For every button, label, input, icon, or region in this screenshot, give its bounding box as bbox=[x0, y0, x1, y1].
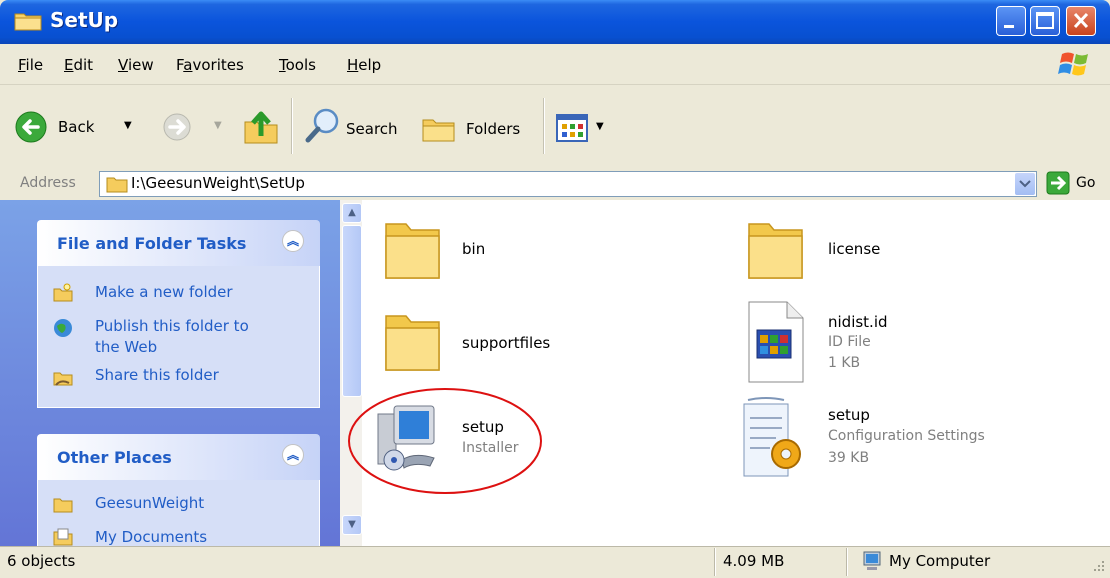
share-folder-icon bbox=[53, 372, 73, 386]
place-my-documents[interactable]: My Documents bbox=[95, 528, 207, 546]
up-folder-icon[interactable] bbox=[242, 108, 280, 146]
place-geesunweight[interactable]: GeesunWeight bbox=[95, 494, 204, 512]
status-size: 4.09 MB bbox=[723, 552, 785, 570]
toolbar-separator bbox=[543, 98, 545, 154]
my-computer-icon bbox=[863, 551, 881, 570]
collapse-icon[interactable]: ︽ bbox=[282, 444, 304, 466]
task-share-folder[interactable]: Share this folder bbox=[95, 366, 219, 384]
folders-icon bbox=[422, 119, 455, 142]
address-value[interactable]: I:\GeesunWeight\SetUp bbox=[131, 174, 305, 192]
go-arrow-icon bbox=[1046, 171, 1070, 195]
panel-title: Other Places bbox=[57, 448, 172, 467]
task-make-new-folder[interactable]: Make a new folder bbox=[95, 283, 233, 301]
collapse-icon[interactable]: ︽ bbox=[282, 230, 304, 252]
menu-bar bbox=[0, 44, 1110, 85]
search-icon bbox=[305, 108, 339, 143]
highlight-circle bbox=[348, 388, 542, 494]
file-size-setup-config: 39 KB bbox=[828, 450, 870, 466]
minimize-button[interactable] bbox=[996, 6, 1026, 36]
resize-grip-icon[interactable] bbox=[1090, 557, 1106, 573]
folder-icon bbox=[106, 177, 128, 193]
folder-icon bbox=[53, 498, 73, 513]
file-name-bin[interactable]: bin bbox=[462, 240, 485, 258]
views-dropdown-icon[interactable]: ▼ bbox=[596, 121, 604, 132]
back-dropdown-icon[interactable]: ▼ bbox=[124, 120, 132, 131]
windows-logo-icon bbox=[1058, 52, 1088, 76]
folders-button[interactable]: Folders bbox=[420, 108, 535, 148]
folder-icon[interactable] bbox=[382, 216, 444, 284]
scroll-thumb[interactable] bbox=[342, 225, 362, 397]
window-title: SetUp bbox=[50, 8, 119, 32]
menu-tools[interactable]: Tools bbox=[279, 56, 316, 74]
task-publish-folder[interactable]: Publish this folder to bbox=[95, 317, 249, 335]
panel-title: File and Folder Tasks bbox=[57, 234, 247, 253]
config-file-icon[interactable] bbox=[740, 396, 808, 482]
new-folder-icon bbox=[53, 283, 73, 302]
folders-label: Folders bbox=[466, 120, 521, 138]
back-arrow-icon bbox=[15, 111, 47, 143]
views-icon bbox=[556, 114, 588, 142]
file-type-setup-config: Configuration Settings bbox=[828, 428, 985, 444]
search-label: Search bbox=[346, 120, 398, 138]
document-icon[interactable] bbox=[747, 300, 805, 384]
forward-dropdown-icon[interactable]: ▼ bbox=[214, 120, 222, 131]
other-places-header[interactable]: Other Places ︽ bbox=[37, 434, 320, 480]
explorer-window: SetUp File Edit View Favorites Tools Hel… bbox=[0, 0, 1110, 578]
menu-favorites[interactable]: Favorites bbox=[176, 56, 244, 74]
address-label: Address bbox=[20, 175, 76, 191]
task-publish-folder-cont[interactable]: the Web bbox=[95, 338, 157, 356]
status-location: My Computer bbox=[889, 552, 991, 570]
folder-icon bbox=[14, 13, 42, 31]
close-icon bbox=[1073, 12, 1089, 29]
scroll-up-button[interactable]: ▲ bbox=[342, 203, 362, 223]
folder-icon[interactable] bbox=[382, 308, 444, 376]
globe-icon bbox=[54, 319, 72, 337]
maximize-button[interactable] bbox=[1030, 6, 1060, 36]
folder-icon[interactable] bbox=[745, 216, 807, 284]
status-divider bbox=[846, 548, 848, 576]
status-divider bbox=[714, 548, 716, 576]
forward-arrow-icon bbox=[163, 113, 191, 141]
file-name-license[interactable]: license bbox=[828, 240, 880, 258]
menu-view[interactable]: View bbox=[118, 56, 154, 74]
go-label: Go bbox=[1076, 175, 1096, 191]
file-type-nidist: ID File bbox=[828, 334, 871, 350]
minimize-icon bbox=[1004, 25, 1014, 28]
file-size-nidist: 1 KB bbox=[828, 355, 861, 371]
file-name-supportfiles[interactable]: supportfiles bbox=[462, 334, 550, 352]
chevron-down-icon bbox=[1019, 180, 1031, 188]
back-label: Back bbox=[58, 118, 95, 136]
title-bar[interactable]: SetUp bbox=[0, 0, 1110, 44]
views-button[interactable]: ▼ bbox=[556, 114, 612, 146]
status-object-count: 6 objects bbox=[7, 552, 76, 570]
search-button[interactable]: Search bbox=[302, 106, 410, 146]
forward-button[interactable]: ▼ bbox=[162, 112, 222, 144]
close-button[interactable] bbox=[1066, 6, 1096, 36]
maximize-icon bbox=[1036, 12, 1054, 29]
file-folder-tasks-header[interactable]: File and Folder Tasks ︽ bbox=[37, 220, 320, 266]
my-documents-icon bbox=[53, 528, 73, 546]
toolbar-separator bbox=[291, 98, 293, 154]
scroll-down-button[interactable]: ▼ bbox=[342, 515, 362, 535]
back-button[interactable]: Back ▼ bbox=[14, 108, 154, 146]
menu-file[interactable]: File bbox=[18, 56, 43, 74]
file-name-setup-config[interactable]: setup bbox=[828, 406, 870, 424]
address-dropdown-button[interactable] bbox=[1015, 173, 1035, 195]
menu-edit[interactable]: Edit bbox=[64, 56, 93, 74]
menu-help[interactable]: Help bbox=[347, 56, 381, 74]
file-name-nidist[interactable]: nidist.id bbox=[828, 313, 888, 331]
